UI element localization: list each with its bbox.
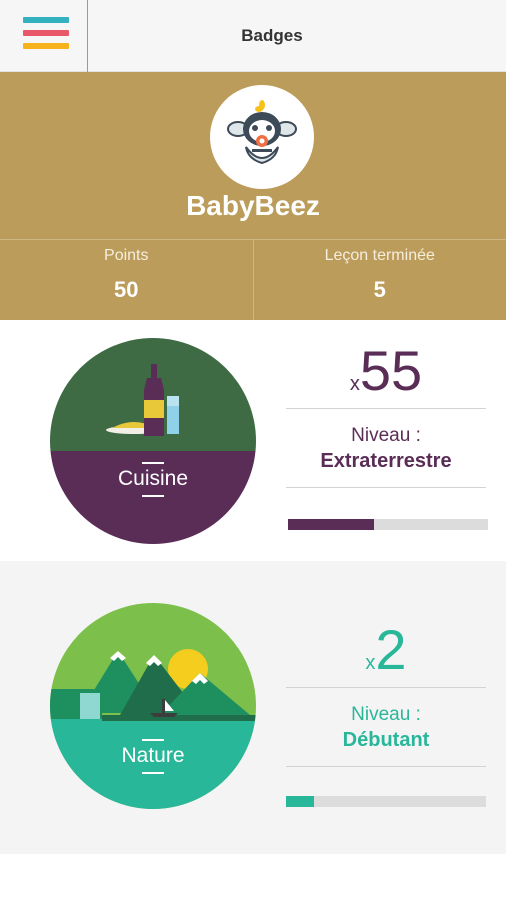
- stat-points: Points 50: [0, 240, 253, 320]
- badge-count: x2: [365, 618, 407, 681]
- progress-bar: [288, 519, 488, 530]
- divider: [286, 766, 486, 767]
- profile-header: BabyBeez Points 50 Leçon terminée 5: [0, 72, 506, 320]
- stat-value: 5: [373, 277, 386, 302]
- badge-info: x55 Niveau : Extraterrestre: [286, 334, 486, 488]
- stat-value: 50: [114, 277, 139, 302]
- top-bar: Badges: [0, 0, 506, 72]
- avatar[interactable]: [210, 85, 314, 189]
- menu-bar-line: [23, 43, 69, 49]
- wine-bottle-glass-plate-icon: [50, 338, 256, 544]
- badge-card-nature[interactable]: Nature x2 Niveau : Débutant: [0, 561, 506, 854]
- progress-bar: [286, 796, 486, 807]
- stat-label: Points: [104, 247, 149, 264]
- badge-info: x2 Niveau : Débutant: [286, 613, 486, 767]
- stat-label: Leçon terminée: [324, 247, 435, 264]
- stat-lessons-completed: Leçon terminée 5: [252, 240, 506, 320]
- mountains-sun-boat-icon: [50, 603, 256, 809]
- badge-name: Cuisine: [50, 462, 256, 497]
- badge-name: Nature: [50, 739, 256, 774]
- badge-level: Niveau : Débutant: [342, 704, 430, 751]
- progress-fill: [286, 796, 314, 807]
- progress-fill: [288, 519, 374, 530]
- menu-bar-line: [23, 30, 69, 36]
- badge-card-cuisine[interactable]: Cuisine x55 Niveau : Extraterrestre: [0, 320, 506, 558]
- hamburger-menu-icon[interactable]: [0, 0, 88, 72]
- divider: [286, 487, 486, 488]
- badge-emblem: Cuisine: [50, 338, 256, 544]
- menu-bar-line: [23, 17, 69, 23]
- badge-count: x55: [349, 339, 423, 402]
- badge-level: Niveau : Extraterrestre: [320, 425, 452, 472]
- stats-row: Points 50 Leçon terminée 5: [0, 239, 506, 320]
- username: BabyBeez: [186, 190, 320, 221]
- bee-mascot-avatar-icon: [227, 100, 297, 165]
- badge-emblem: Nature: [50, 603, 256, 809]
- app-screen: Badges BabyBeez Points 50 Leçon terminée…: [0, 0, 506, 900]
- page-title: Badges: [241, 26, 303, 45]
